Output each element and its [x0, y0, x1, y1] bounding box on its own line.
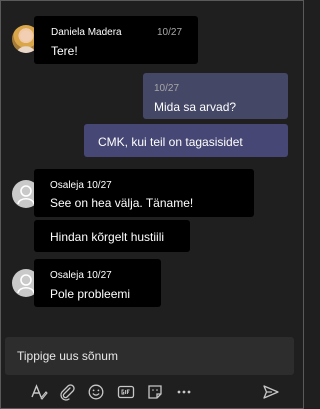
timestamp: 10/27 — [86, 180, 112, 191]
timestamp: 10/27 — [157, 27, 183, 38]
gif-icon — [117, 385, 135, 399]
format-icon — [31, 384, 48, 400]
sender-name: Daniela Madera — [51, 27, 122, 38]
message-text: CMK, kui teil on tagasisidet — [98, 135, 243, 149]
timestamp: 10/27 — [86, 270, 112, 281]
message-text: See on hea välja. Täname! — [50, 196, 194, 210]
message-text: Pole probleemi — [50, 287, 131, 301]
timestamp: 10/27 — [154, 83, 180, 94]
message-text: Tere! — [51, 44, 78, 58]
sticker-icon — [148, 385, 162, 399]
message-time: 10/27 — [154, 83, 179, 95]
gif-button[interactable] — [115, 381, 137, 403]
more-icon — [177, 390, 191, 394]
message-text: Mida sa arvad? — [154, 100, 237, 114]
attach-button[interactable] — [56, 381, 78, 403]
more-options-button[interactable] — [173, 381, 195, 403]
sticker-button[interactable] — [144, 381, 166, 403]
message-bubble-own[interactable]: 10/27 Mida sa arvad? — [143, 73, 288, 119]
compose-toolbar — [1, 379, 303, 407]
message-time: 10/27 — [157, 27, 182, 39]
chat-pane: Daniela Madera 10/27 Tere! 10/27 Mida sa… — [0, 0, 304, 409]
sender-name: Osaleja — [50, 180, 84, 191]
emoji-button[interactable] — [85, 381, 107, 403]
message-header: Osaleja 10/27 — [50, 180, 112, 192]
emoji-icon — [88, 384, 104, 400]
send-icon — [263, 385, 279, 399]
message-bubble[interactable]: Osaleja 10/27 See on hea välja. Täname! — [34, 169, 254, 217]
message-bubble[interactable]: Daniela Madera 10/27 Tere! — [34, 16, 198, 64]
compose-box[interactable] — [5, 337, 294, 375]
send-button[interactable] — [260, 381, 282, 403]
message-text: Hindan kõrgelt hustiili — [50, 230, 165, 244]
message-bubble-own[interactable]: CMK, kui teil on tagasisidet — [84, 124, 288, 157]
message-sender: Daniela Madera — [51, 27, 122, 39]
message-bubble[interactable]: Osaleja 10/27 Pole probleemi — [34, 259, 161, 307]
sender-name: Osaleja — [50, 270, 84, 281]
message-header: Osaleja 10/27 — [50, 270, 112, 282]
format-button[interactable] — [28, 381, 50, 403]
attach-icon — [60, 384, 75, 401]
message-bubble[interactable]: Hindan kõrgelt hustiili — [34, 220, 190, 252]
message-input[interactable] — [5, 337, 294, 375]
